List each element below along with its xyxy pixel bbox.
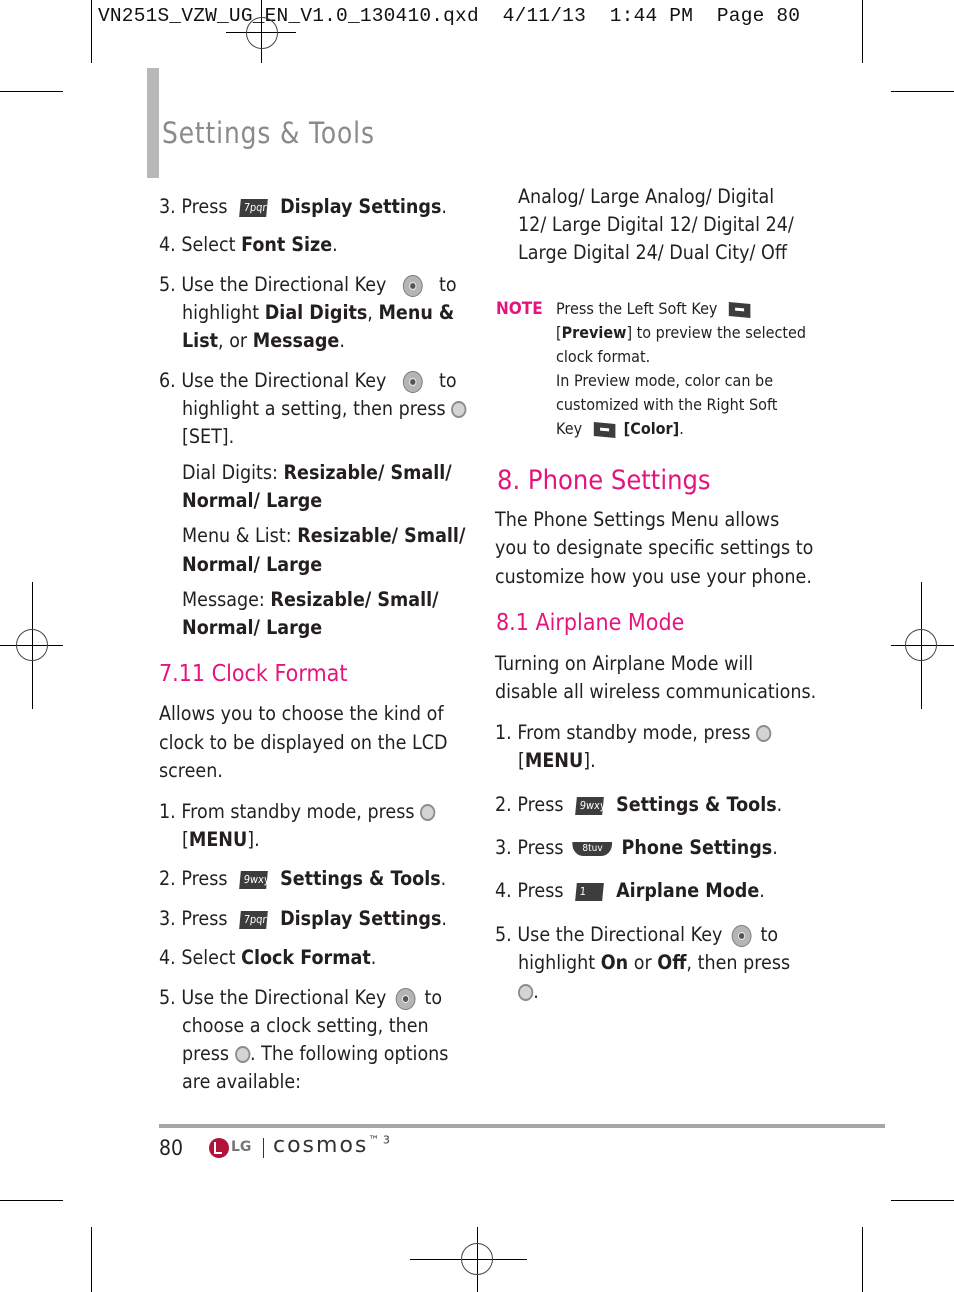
directional-key-icon: [395, 987, 416, 1010]
paragraph: disable all wireless communications.: [495, 680, 817, 703]
step: 4. Select Clock Format.: [159, 946, 377, 969]
paragraph: Allows you to choose the kind of: [159, 702, 444, 725]
key-1-icon: 1: [575, 882, 605, 901]
registration-mark: [16, 629, 48, 661]
step-cont: press . The following options: [182, 1042, 449, 1065]
step: 1. From standby mode, press: [159, 800, 436, 823]
option-menu-list: Menu & List: Resizable/ Small/: [182, 524, 466, 547]
clock-options: Analog/ Large Analog/ Digital: [518, 185, 775, 208]
lg-wordmark: LG: [231, 1139, 252, 1155]
directional-key-icon: [402, 370, 423, 393]
key-9-icon: 9wxyz: [575, 796, 612, 815]
paragraph: Turning on Airplane Mode will: [495, 652, 754, 675]
step-cont: .: [518, 980, 539, 1003]
step: 2. Press 9wxyz Settings & Tools.: [495, 793, 783, 816]
clock-options: 12/ Large Digital 12/ Digital 24/: [518, 213, 794, 236]
crop-mark: [862, 0, 863, 63]
ok-key-icon: [756, 725, 772, 742]
step: 4. Select Font Size.: [159, 233, 338, 256]
step-cont: highlight On or Off, then press: [518, 951, 791, 974]
step: 1. From standby mode, press: [495, 721, 772, 744]
title-accent-bar: [147, 68, 159, 178]
step: 5. Use the Directional Key to: [159, 986, 443, 1010]
paragraph: you to designate specific settings to: [495, 536, 814, 559]
crop-mark: [91, 0, 92, 63]
ok-key-icon: [420, 804, 436, 821]
ok-key-icon: [234, 1046, 250, 1063]
step: 5. Use the Directional Key to: [159, 273, 457, 297]
note-label: NOTE: [496, 299, 543, 319]
option-message-cont: Normal/ Large: [182, 616, 323, 639]
paragraph: The Phone Settings Menu allows: [495, 508, 780, 531]
section-heading-clock-format: 7.11 Clock Format: [159, 661, 348, 687]
key-9-icon: 9wxyz: [239, 870, 276, 889]
brand-divider: [263, 1138, 264, 1158]
crop-mark: [891, 1200, 954, 1201]
option-message: Message: Resizable/ Small/: [182, 588, 439, 611]
option-menu-list-cont: Normal/ Large: [182, 553, 323, 576]
page-number: 80: [159, 1136, 184, 1160]
step-cont: [MENU].: [182, 828, 260, 851]
option-dial-digits: Dial Digits: Resizable/ Small/: [182, 461, 452, 484]
registration-mark: [905, 629, 937, 661]
section-heading-airplane-mode: 8.1 Airplane Mode: [496, 610, 685, 636]
step-cont: List, or Message.: [182, 329, 345, 352]
step: 6. Use the Directional Key to: [159, 369, 457, 393]
step-cont: highlight a setting, then press: [182, 397, 467, 420]
paragraph: screen.: [159, 759, 223, 782]
step: 3. Press 8tuv Phone Settings.: [495, 836, 778, 859]
note-text: Press the Left Soft Key: [556, 299, 751, 318]
option-dial-digits-cont: Normal/ Large: [182, 489, 323, 512]
step-cont: are available:: [182, 1070, 302, 1093]
product-brand: cosmos™ 3: [273, 1133, 390, 1158]
lg-logo-icon: [209, 1138, 229, 1158]
right-soft-key-icon: [593, 421, 616, 438]
crop-mark: [891, 91, 954, 92]
note-text: clock format.: [556, 347, 651, 366]
directional-key-icon: [731, 924, 752, 947]
step: 3. Press 7pqrs Display Settings.: [159, 907, 447, 930]
clock-options: Large Digital 24/ Dual City/ Off: [518, 241, 787, 264]
crop-mark: [0, 91, 63, 92]
step-cont: choose a clock setting, then: [182, 1014, 429, 1037]
step-cont: [MENU].: [518, 749, 596, 772]
step: 4. Press 1 Airplane Mode.: [495, 879, 765, 902]
paragraph: clock to be displayed on the LCD: [159, 731, 448, 754]
ok-key-icon: [518, 984, 534, 1001]
print-slug: VN251S_VZW_UG_EN_V1.0_130410.qxd 4/11/13…: [98, 5, 801, 27]
section-heading-phone-settings: 8. Phone Settings: [497, 465, 711, 496]
step: 2. Press 9wxyz Settings & Tools.: [159, 867, 447, 890]
ok-key-icon: [451, 401, 467, 418]
note-text: Key [Color].: [556, 419, 684, 438]
step: 5. Use the Directional Key to: [495, 923, 779, 947]
paragraph: customize how you use your phone.: [495, 565, 812, 588]
note-text: customized with the Right Soft: [556, 395, 778, 414]
step: 3. Press 7pqrs Display Settings.: [159, 195, 447, 218]
key-7-icon: 7pqrs: [239, 198, 273, 217]
crop-mark: [0, 1200, 63, 1201]
registration-mark: [461, 1243, 493, 1275]
note-text: In Preview mode, color can be: [556, 371, 774, 390]
directional-key-icon: [402, 274, 423, 297]
key-7-icon: 7pqrs: [239, 910, 273, 929]
step-cont: highlight Dial Digits, Menu &: [182, 301, 455, 324]
crop-mark: [862, 1227, 863, 1292]
step-cont: [SET].: [182, 425, 235, 448]
crop-mark: [91, 1227, 92, 1292]
note-text: [Preview] to preview the selected: [556, 323, 807, 342]
key-8-icon: 8tuv: [572, 841, 613, 856]
left-soft-key-icon: [729, 301, 751, 318]
registration-mark: [246, 17, 278, 49]
page-title: Settings & Tools: [162, 116, 375, 150]
footer-rule: [159, 1124, 885, 1128]
